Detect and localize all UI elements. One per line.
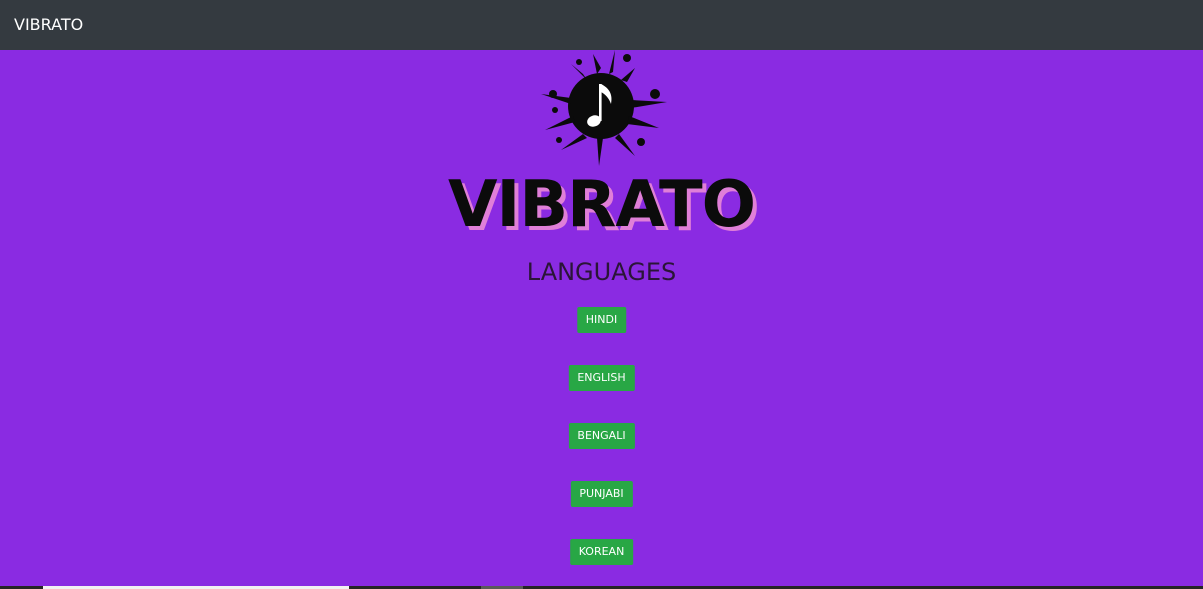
vibrato-wordmark: VIBRATO — [447, 168, 756, 242]
languages-heading: LANGUAGES — [526, 258, 677, 286]
music-note-splash-icon — [541, 50, 667, 166]
language-button-hindi[interactable]: HINDI — [576, 307, 627, 333]
language-button-punjabi[interactable]: PUNJABI — [570, 481, 633, 507]
language-button-bengali[interactable]: BENGALI — [568, 423, 635, 449]
navbar-brand-link[interactable]: VIBRATO — [14, 15, 83, 35]
main-content: VIBRATO LANGUAGES HINDI ENGLISH BENGALI … — [0, 50, 1203, 586]
language-button-korean[interactable]: KOREAN — [569, 539, 634, 565]
language-button-english[interactable]: ENGLISH — [568, 365, 635, 391]
navbar: VIBRATO — [0, 0, 1203, 50]
